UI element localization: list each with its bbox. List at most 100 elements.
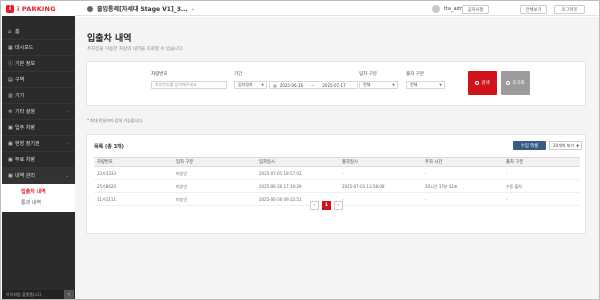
date-to: 2025-07-17 [322,82,346,88]
notice-button[interactable]: 공지사항 [462,5,489,14]
top-bar: 출입통제[차세대 Stage V1]_3... ⌄ tta_admin 님 공지… [75,2,599,16]
column-header: 입차 구분 [176,160,194,165]
sidebar-collapse-button[interactable]: ‹ [64,290,74,299]
table-row[interactable]: 25가8620 미승인 2025-06-30 17:10:26 2025-07-… [94,181,580,193]
brand-mark-icon: i [6,5,14,13]
view-all-button[interactable]: 전체보기 [520,5,547,14]
plate-input[interactable]: 차량번호를 입력해주세요 [151,81,227,89]
exit-type-select[interactable]: 전체 ▼ [406,81,445,89]
exit-type-cell: - [506,171,508,176]
sidebar-item-label: 홈 [15,29,20,35]
sidebar-item-free-vehicles[interactable]: ▣ 무료 차량 [2,152,75,168]
device-icon: ▥ [8,92,13,99]
column-header: 차량번호 [97,160,113,165]
sidebar-item-season-pass[interactable]: ▣ 현장 정기권 › [2,136,75,152]
exit-type-cell: - [506,197,508,202]
chevron-right-icon: › [67,141,69,146]
pagination-prev-button[interactable]: ‹ [310,201,319,210]
sidebar-subitem-pass-history[interactable]: 통과 내역 [2,197,75,208]
entry-type-cell: 미승인 [176,183,188,189]
table-row[interactable]: 33가3333 미승인 2025-07-01 18:57:02 - - - [94,168,580,180]
history-icon: ▣ [8,172,13,179]
entry-time-cell: 2025-06-30 17:10:26 [259,184,302,189]
sidebar-item-label: 구역 [15,77,25,83]
column-header: 출차일시 [342,160,358,165]
entry-type-cell: 미승인 [176,196,188,202]
exit-time-cell: - [342,171,344,176]
plate-cell: 25가8620 [97,183,116,189]
exit-time-cell: 2025-07-01 13:58:08 [342,184,385,189]
zone-icon: ▤ [8,76,13,83]
chevron-down-icon: ▼ [439,83,442,87]
duration-cell: - [425,171,427,176]
home-icon: ⌂ [8,28,12,35]
sidebar-item-label: 기타 설정 [15,109,35,115]
sidebar-menu: ⌂ 홈 ▦ 대시보드 ⓘ 기본 정보 ▤ 구역 ▥ 기기 ✲ 기타 설정 › ▣… [2,24,75,212]
column-header: 주차 시간 [425,160,443,165]
plate-cell: 11가1111 [97,196,116,202]
chevron-down-icon: ▼ [392,83,395,87]
page-size-select[interactable]: 20개씩 보기 ▼ [549,141,582,150]
calendar-icon: ▦ [273,82,277,88]
location-pin-icon [87,5,93,12]
dashboard-icon: ▦ [8,44,13,51]
chevron-down-icon: ⌄ [65,173,69,178]
results-panel: 목록 (총 3개) 수입 엑셀 20개씩 보기 ▼ 차량번호 입차 구분 입차일… [86,134,586,234]
period-label: 기간 [234,72,243,77]
period-type-select[interactable]: 입차일자 ▼ [234,81,267,89]
sidebar-item-basic-info[interactable]: ⓘ 기본 정보 [2,56,75,72]
page-description: 주차장을 이용한 차량의 내역을 조회할 수 있습니다. [87,47,184,52]
column-header: 출차 구분 [506,160,524,165]
entry-type-value: 전체 [363,82,371,87]
pagination-next-button[interactable]: › [334,201,343,210]
period-type-value: 입차일자 [238,82,253,87]
free-car-icon: ▣ [8,156,13,163]
sidebar-item-other-settings[interactable]: ✲ 기타 설정 › [2,104,75,120]
settings-icon: ✲ [8,108,13,115]
chevron-down-icon: ▼ [261,83,264,87]
entry-time-cell: 2025-06-30 09:32:51 [259,197,302,202]
plate-label: 차량번호 [151,72,168,77]
sidebar-item-history[interactable]: ▣ 내역 관리 ⌄ [2,168,75,184]
chevron-right-icon: › [67,109,69,114]
results-title: 목록 (총 3개) [94,144,124,150]
sidebar-item-device[interactable]: ▥ 기기 [2,88,75,104]
app-window: i i PARKING ⌂ 홈 ▦ 대시보드 ⓘ 기본 정보 ▤ 구역 ▥ 기기 [0,0,600,300]
chevron-down-icon[interactable]: ⌄ [191,6,195,12]
sidebar-item-label: 대시보드 [15,45,34,51]
entry-type-select[interactable]: 전체 ▼ [359,81,398,89]
site-selector[interactable]: 출입통제[차세대 Stage V1]_3... [97,4,188,13]
sidebar-item-label: 내역 관리 [15,173,35,179]
entry-time-cell: 2025-07-01 18:57:02 [259,171,302,176]
search-note: * 최대 한달까지 검색 가능합니다. [87,118,144,123]
date-separator: ~ [311,82,315,88]
entry-type-cell: 미승인 [176,170,188,176]
exit-type-cell: 수동 출차 [506,183,522,189]
sidebar-item-dashboard[interactable]: ▦ 대시보드 [2,40,75,56]
search-button[interactable]: 검색 [468,71,497,95]
plate-cell: 33가3333 [97,170,116,176]
logout-button[interactable]: 로그아웃 [554,5,585,14]
date-range-picker[interactable]: ▦ 2025-06-16 ~ 2025-07-17 [269,81,358,89]
info-icon: ⓘ [8,61,14,67]
pagination: ‹ 1 › [310,201,343,210]
brand-name: i PARKING [17,5,56,13]
sidebar-item-home[interactable]: ⌂ 홈 [2,24,75,40]
sidebar-subitem-entry-exit[interactable]: 입출차 내역 [2,186,75,197]
sidebar-item-label: 입주 차량 [15,125,35,131]
duration-cell: - [425,197,427,202]
search-icon [475,81,480,85]
avatar[interactable] [432,5,440,13]
sidebar-item-label: 현장 정기권 [15,141,40,147]
sidebar-item-resident-vehicles[interactable]: ▣ 입주 차량 [2,120,75,136]
excel-export-button[interactable]: 수입 엑셀 [513,141,546,150]
reset-icon [506,81,511,85]
brand-logo[interactable]: i i PARKING [2,2,75,16]
sidebar-item-zone[interactable]: ▤ 구역 [2,72,75,88]
pagination-page-button[interactable]: 1 [322,201,331,210]
column-header: 입차일시 [259,160,275,165]
table-header: 차량번호 입차 구분 입차일시 출차일시 주차 시간 출차 구분 [94,157,580,167]
exit-type-label: 출차 구분 [406,72,424,77]
search-button-label: 검색 [481,81,490,86]
reset-button[interactable]: 초기화 [501,71,530,95]
